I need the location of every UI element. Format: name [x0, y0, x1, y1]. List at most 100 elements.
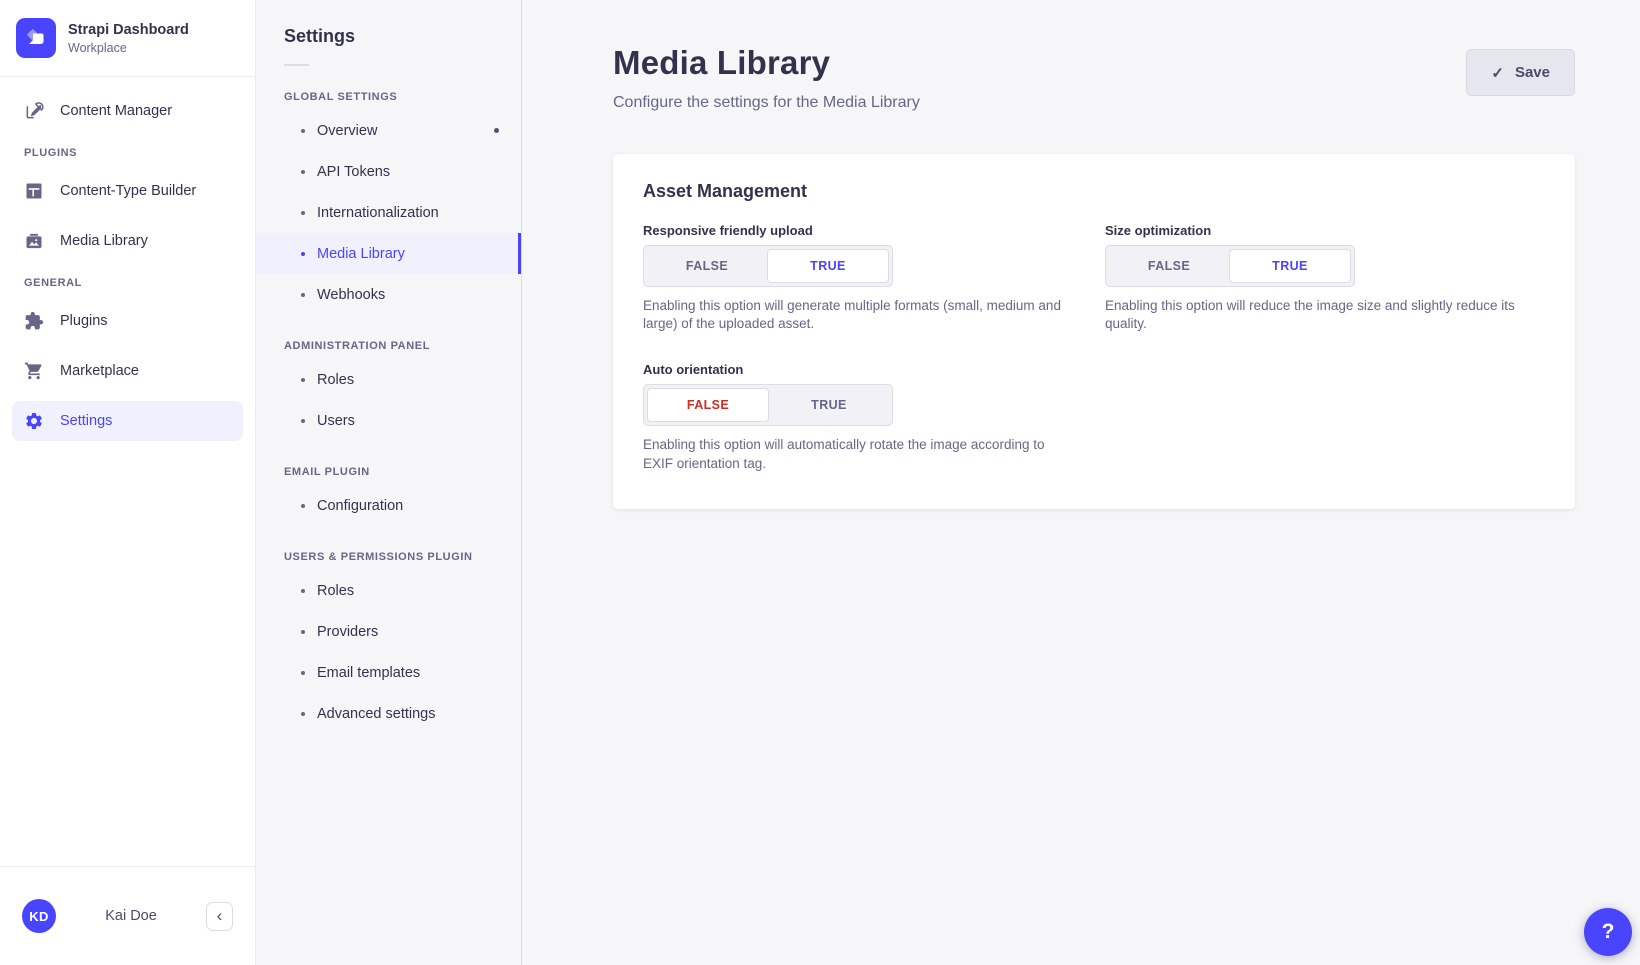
workspace-name: Workplace	[68, 41, 189, 55]
check-icon: ✓	[1491, 64, 1504, 82]
bullet-icon	[301, 630, 305, 634]
sidebar-item-label: Media Library	[60, 233, 148, 249]
field-label: Responsive friendly upload	[643, 223, 1083, 238]
sidebar-item-marketplace[interactable]: Marketplace	[12, 351, 243, 391]
bullet-icon	[301, 589, 305, 593]
toggle-true-button[interactable]: TRUE	[767, 249, 889, 283]
subnav-item-internationalization[interactable]: Internationalization	[256, 192, 521, 233]
image-icon	[24, 231, 44, 251]
subnav-section-users-permissions-plugin: USERS & PERMISSIONS PLUGIN	[284, 551, 493, 563]
subnav-item-admin-roles[interactable]: Roles	[256, 359, 521, 400]
sidebar-section-general: GENERAL	[24, 277, 231, 289]
subnav-item-up-roles[interactable]: Roles	[256, 570, 521, 611]
user-name: Kai Doe	[56, 908, 206, 924]
subnav-item-advanced-settings[interactable]: Advanced settings	[256, 693, 521, 734]
main-content: Media Library Configure the settings for…	[522, 0, 1640, 965]
subnav-item-email-configuration[interactable]: Configuration	[256, 485, 521, 526]
subnav-item-webhooks[interactable]: Webhooks	[256, 274, 521, 315]
sidebar-item-label: Plugins	[60, 313, 108, 329]
subnav-item-label: Users	[317, 413, 355, 429]
toggle-false-button[interactable]: FALSE	[647, 249, 767, 283]
page-title: Media Library	[613, 44, 1575, 82]
subnav-item-overview[interactable]: Overview	[256, 110, 521, 151]
bullet-icon	[301, 129, 305, 133]
save-button[interactable]: ✓ Save	[1466, 49, 1575, 96]
strapi-logo-icon	[16, 18, 56, 58]
sidebar-item-media-library[interactable]: Media Library	[12, 221, 243, 261]
subnav-item-label: Roles	[317, 583, 354, 599]
field-hint: Enabling this option will generate multi…	[643, 297, 1071, 333]
sidebar-item-plugins[interactable]: Plugins	[12, 301, 243, 341]
sidebar-footer: KD Kai Doe ‹	[0, 866, 255, 965]
subnav-item-label: Media Library	[317, 246, 405, 262]
bullet-icon	[301, 211, 305, 215]
sidebar-item-label: Content-Type Builder	[60, 183, 196, 199]
auto-orientation-toggle: FALSE TRUE	[643, 384, 893, 426]
subnav-item-label: Webhooks	[317, 287, 385, 303]
brand: Strapi Dashboard Workplace	[0, 0, 255, 77]
question-mark-icon: ?	[1602, 920, 1615, 944]
chevron-left-icon: ‹	[217, 907, 223, 924]
bullet-icon	[301, 712, 305, 716]
subnav-item-label: Configuration	[317, 498, 403, 514]
bullet-icon	[301, 378, 305, 382]
subnav-section-administration-panel: ADMINISTRATION PANEL	[284, 340, 493, 352]
collapse-sidebar-button[interactable]: ‹	[206, 902, 233, 931]
subnav-item-label: API Tokens	[317, 164, 390, 180]
puzzle-icon	[24, 311, 44, 331]
gear-icon	[24, 411, 44, 431]
subnav-item-media-library[interactable]: Media Library	[256, 233, 521, 274]
bullet-icon	[301, 170, 305, 174]
field-responsive-friendly-upload: Responsive friendly upload FALSE TRUE En…	[643, 223, 1083, 333]
subnav-item-label: Overview	[317, 123, 377, 139]
subnav-item-label: Advanced settings	[317, 706, 436, 722]
field-label: Auto orientation	[643, 362, 1083, 377]
bullet-icon	[301, 252, 305, 256]
field-size-optimization: Size optimization FALSE TRUE Enabling th…	[1105, 223, 1545, 333]
toggle-false-button[interactable]: FALSE	[1109, 249, 1229, 283]
subnav-item-providers[interactable]: Providers	[256, 611, 521, 652]
sidebar-item-label: Settings	[60, 413, 112, 429]
sidebar-item-content-manager[interactable]: Content Manager	[12, 91, 243, 131]
sidebar-item-settings[interactable]: Settings	[12, 401, 243, 441]
field-hint: Enabling this option will automatically …	[643, 436, 1071, 472]
field-label: Size optimization	[1105, 223, 1545, 238]
save-button-label: Save	[1515, 64, 1550, 81]
sidebar-nav: Content Manager PLUGINS Content-Type Bui…	[0, 77, 255, 441]
bullet-icon	[301, 293, 305, 297]
page-subtitle: Configure the settings for the Media Lib…	[613, 94, 1575, 112]
subnav-item-label: Roles	[317, 372, 354, 388]
help-button[interactable]: ?	[1584, 908, 1632, 956]
avatar[interactable]: KD	[22, 899, 56, 933]
toggle-false-button[interactable]: FALSE	[647, 388, 769, 422]
app-title: Strapi Dashboard	[68, 21, 189, 39]
bullet-icon	[301, 419, 305, 423]
subnav-section-global-settings: GLOBAL SETTINGS	[284, 91, 493, 103]
sidebar-item-label: Marketplace	[60, 363, 139, 379]
toggle-true-button[interactable]: TRUE	[1229, 249, 1351, 283]
subnav-title: Settings	[284, 26, 493, 47]
toggle-true-button[interactable]: TRUE	[769, 388, 889, 422]
subnav-item-label: Email templates	[317, 665, 420, 681]
feather-pen-icon	[24, 101, 44, 121]
settings-subnav: Settings GLOBAL SETTINGS Overview API To…	[256, 0, 522, 965]
shopping-cart-icon	[24, 361, 44, 381]
subnav-item-api-tokens[interactable]: API Tokens	[256, 151, 521, 192]
size-optimization-toggle: FALSE TRUE	[1105, 245, 1355, 287]
subnav-item-email-templates[interactable]: Email templates	[256, 652, 521, 693]
subnav-item-admin-users[interactable]: Users	[256, 400, 521, 441]
responsive-friendly-upload-toggle: FALSE TRUE	[643, 245, 893, 287]
bullet-icon	[301, 504, 305, 508]
bullet-icon	[301, 671, 305, 675]
card-title: Asset Management	[643, 181, 1545, 202]
asset-management-card: Asset Management Responsive friendly upl…	[613, 154, 1575, 509]
subnav-divider	[284, 64, 309, 66]
subnav-item-label: Internationalization	[317, 205, 439, 221]
subnav-item-label: Providers	[317, 624, 378, 640]
field-auto-orientation: Auto orientation FALSE TRUE Enabling thi…	[643, 362, 1083, 472]
subnav-section-email-plugin: EMAIL PLUGIN	[284, 466, 493, 478]
sidebar-item-content-type-builder[interactable]: Content-Type Builder	[12, 171, 243, 211]
sidebar-item-label: Content Manager	[60, 103, 172, 119]
brand-text: Strapi Dashboard Workplace	[68, 21, 189, 55]
main-sidebar: Strapi Dashboard Workplace Content Manag…	[0, 0, 256, 965]
